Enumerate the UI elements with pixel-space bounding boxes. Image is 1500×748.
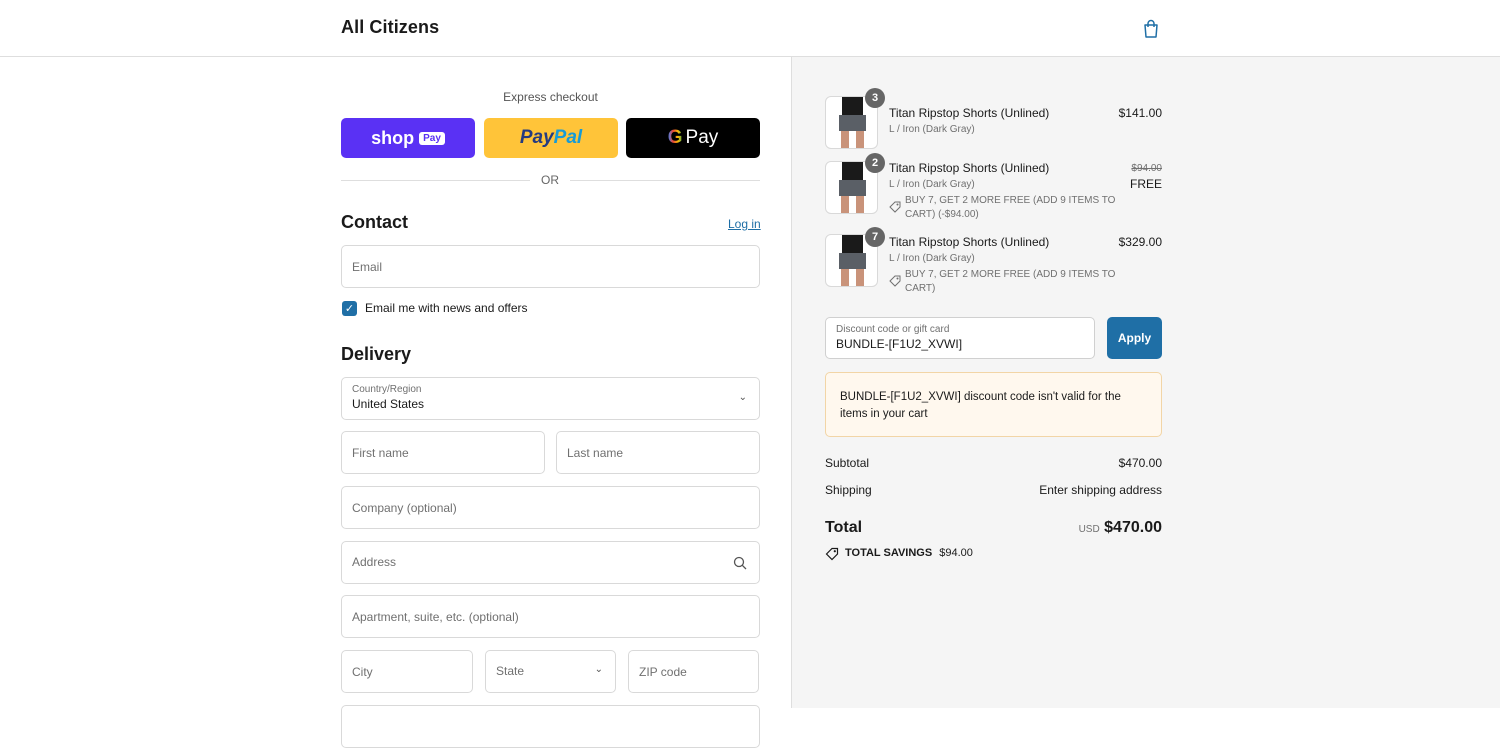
search-icon [733, 556, 747, 570]
site-header: All Citizens [0, 0, 1500, 57]
zip-field[interactable]: ZIP code [628, 650, 759, 693]
subtotal-value: $470.00 [1118, 456, 1162, 470]
discount-code-field[interactable]: Discount code or gift card BUNDLE-[F1U2_… [825, 317, 1095, 359]
store-brand[interactable]: All Citizens [341, 17, 439, 38]
state-select[interactable]: State ⌄ [485, 650, 616, 693]
shop-pay-text: shop [371, 127, 415, 148]
quantity-badge: 7 [865, 227, 885, 247]
alert-message: BUNDLE-[F1U2_XVWI] discount code isn't v… [840, 389, 1140, 423]
city-placeholder: City [352, 665, 373, 679]
promo-line-1: BUY 7, GET 2 MORE FREE (ADD 9 ITEMS TO [905, 269, 1116, 280]
email-placeholder: Email [352, 260, 383, 274]
address-placeholder: Address [352, 555, 397, 569]
address-field[interactable]: Address [341, 541, 760, 584]
checkout-form-panel: Express checkout shop Pay Pay Pal G Pay O… [0, 57, 792, 748]
item-price: FREE [1129, 177, 1162, 191]
item-variant: L / Iron (Dark Gray) [889, 253, 975, 264]
item-title: Titan Ripstop Shorts (Unlined) [889, 161, 1050, 175]
email-field[interactable]: Email [341, 245, 760, 288]
newsletter-label: Email me with news and offers [365, 301, 528, 315]
shop-pay-button[interactable]: shop Pay [341, 118, 475, 158]
total-label: Total [825, 519, 863, 536]
discount-error-alert: BUNDLE-[F1U2_XVWI] discount code isn't v… [825, 372, 1162, 437]
company-placeholder: Company (optional) [352, 501, 457, 515]
savings-label: TOTAL SAVINGS [845, 547, 933, 559]
last-name-field[interactable]: Last name [556, 431, 760, 474]
discount-label: Discount code or gift card [836, 324, 950, 335]
discount-value: BUNDLE-[F1U2_XVWI] [836, 337, 963, 351]
promo-line-2: CART) (-$94.00) [905, 209, 979, 220]
apply-discount-button[interactable]: Apply [1107, 317, 1162, 359]
chevron-down-icon: ⌄ [738, 392, 747, 403]
paypal-text-1: Pay [519, 127, 554, 148]
paypal-button[interactable]: Pay Pal [484, 118, 618, 158]
original-price: $94.00 [1131, 163, 1162, 174]
company-field[interactable]: Company (optional) [341, 486, 760, 529]
country-select[interactable]: Country/Region United States ⌄ [341, 377, 760, 420]
item-title: Titan Ripstop Shorts (Unlined) [889, 106, 1050, 120]
order-summary-panel: 3 Titan Ripstop Shorts (Unlined) L / Iro… [792, 57, 1500, 708]
item-title: Titan Ripstop Shorts (Unlined) [889, 235, 1050, 249]
or-label: OR [530, 173, 570, 187]
apartment-field[interactable]: Apartment, suite, etc. (optional) [341, 595, 760, 638]
shopping-bag-icon[interactable] [1142, 19, 1160, 39]
item-variant: L / Iron (Dark Gray) [889, 124, 975, 135]
savings-tag-icon [825, 547, 839, 561]
item-variant: L / Iron (Dark Gray) [889, 179, 975, 190]
state-placeholder: State [496, 664, 525, 678]
promo-line-1: BUY 7, GET 2 MORE FREE (ADD 9 ITEMS TO [905, 195, 1116, 206]
city-field[interactable]: City [341, 650, 473, 693]
login-link[interactable]: Log in [728, 217, 761, 231]
shop-pay-tag: Pay [419, 131, 445, 145]
paypal-text-2: Pal [553, 127, 583, 148]
shipping-label: Shipping [825, 483, 872, 497]
phone-field[interactable] [341, 705, 760, 748]
delivery-heading: Delivery [341, 344, 412, 364]
tag-icon [889, 201, 901, 213]
newsletter-checkbox[interactable]: ✓ [342, 301, 357, 316]
item-price: $329.00 [1118, 235, 1162, 249]
total-value: $470.00 [1104, 519, 1162, 536]
quantity-badge: 2 [865, 153, 885, 173]
express-checkout-label: Express checkout [503, 90, 598, 104]
last-name-placeholder: Last name [567, 446, 624, 460]
apartment-placeholder: Apartment, suite, etc. (optional) [352, 610, 519, 624]
first-name-placeholder: First name [352, 446, 409, 460]
total-savings: TOTAL SAVINGS $94.00 [845, 547, 973, 559]
zip-placeholder: ZIP code [639, 665, 687, 679]
item-price: $141.00 [1118, 106, 1162, 120]
promo-line-2: CART) [905, 283, 936, 294]
first-name-field[interactable]: First name [341, 431, 545, 474]
total-amount: USD $470.00 [1012, 519, 1162, 537]
shipping-value: Enter shipping address [1039, 483, 1162, 497]
country-value: United States [352, 397, 425, 411]
chevron-down-icon: ⌄ [594, 664, 603, 675]
tag-icon [889, 275, 901, 287]
savings-value: $94.00 [939, 547, 973, 559]
alert-code: BUNDLE-[F1U2_XVWI] [840, 391, 961, 403]
google-pay-button[interactable]: G Pay [626, 118, 760, 158]
google-g-icon: G [667, 127, 683, 148]
quantity-badge: 3 [865, 88, 885, 108]
country-label: Country/Region [352, 384, 422, 395]
subtotal-label: Subtotal [825, 456, 870, 470]
contact-heading: Contact [341, 212, 408, 232]
total-currency: USD [1078, 524, 1100, 535]
google-pay-text: Pay [685, 127, 719, 148]
